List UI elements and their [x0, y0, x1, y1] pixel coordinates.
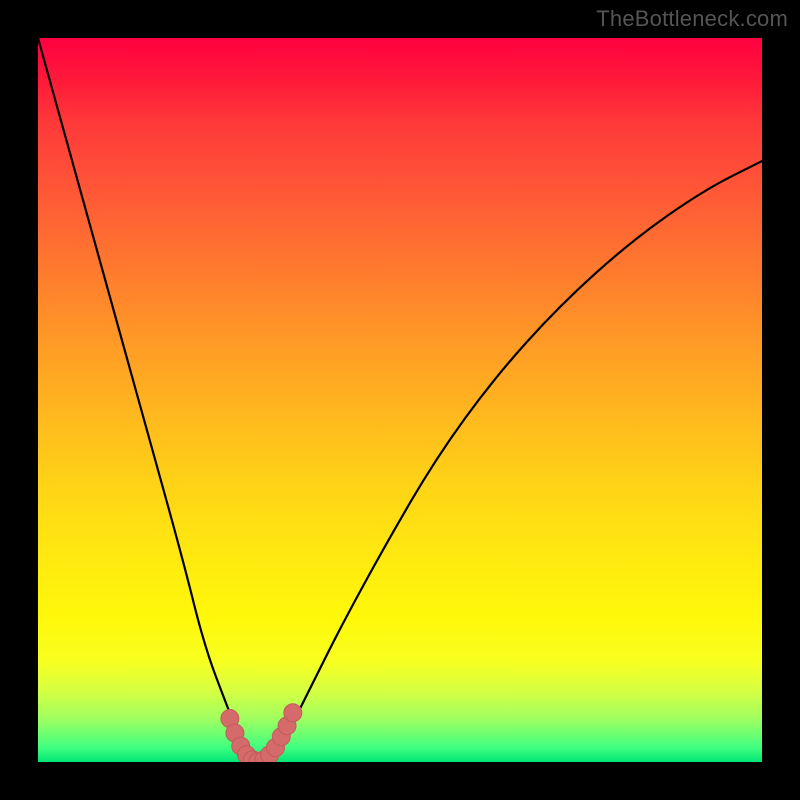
watermark-text: TheBottleneck.com: [596, 6, 788, 32]
valley-marker-group: [221, 704, 302, 762]
plot-area: [38, 38, 762, 762]
chart-frame: TheBottleneck.com: [0, 0, 800, 800]
curve-layer: [38, 38, 762, 762]
bottleneck-curve: [38, 38, 762, 762]
valley-marker: [284, 704, 302, 722]
